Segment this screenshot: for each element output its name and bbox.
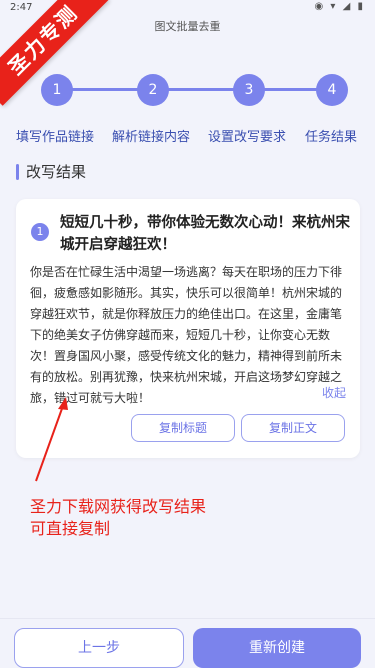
step-1-label: 填写作品链接 — [16, 130, 95, 145]
copy-title-button[interactable]: 复制标题 — [131, 414, 235, 442]
step-1-circle: 1 — [41, 74, 73, 106]
collapse-link[interactable]: 收起 — [322, 384, 346, 401]
copy-body-button[interactable]: 复制正文 — [241, 414, 345, 442]
status-icons: ◉ ▾ ◢ ▮ — [314, 1, 365, 12]
result-body: 你是否在忙碌生活中渴望一场逃离？每天在职场的压力下徘徊，疲惫感如影随形。其实，快… — [30, 265, 343, 405]
progress-steps: 1 2 3 4 — [0, 72, 375, 106]
step-2-label: 解析链接内容 — [112, 130, 191, 145]
previous-step-button[interactable]: 上一步 — [14, 628, 184, 668]
recreate-button[interactable]: 重新创建 — [193, 628, 361, 668]
result-index-badge: 1 — [31, 223, 49, 241]
annotation-line-1: 圣力下载网获得改写结果 — [30, 497, 207, 516]
annotation-arrow — [35, 397, 68, 482]
step-4-label: 任务结果 — [305, 130, 358, 145]
step-labels: 填写作品链接 解析链接内容 设置改写要求 任务结果 — [0, 126, 375, 146]
step-4-circle: 4 — [316, 74, 348, 106]
annotation-line-2: 可直接复制 — [30, 519, 111, 538]
step-3-circle: 3 — [233, 74, 265, 106]
status-time: 2:47 — [10, 2, 33, 13]
annotation-text: 圣力下载网获得改写结果 可直接复制 — [30, 496, 206, 540]
step-3-label: 设置改写要求 — [208, 130, 287, 145]
step-2-circle: 2 — [137, 74, 169, 106]
section-title: 改写结果 — [16, 162, 86, 182]
step-connector-line — [57, 88, 333, 91]
result-title: 短短几十秒，带你体验无数次心动！来杭州宋城开启穿越狂欢！ — [60, 215, 350, 253]
